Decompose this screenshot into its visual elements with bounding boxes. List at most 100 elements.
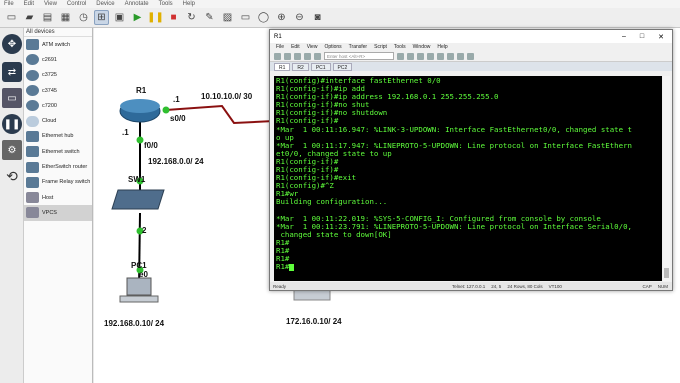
tab-pc1[interactable]: PC1: [310, 63, 331, 71]
tmenu-tools[interactable]: Tools: [394, 44, 406, 50]
add-link-icon[interactable]: ⟲: [2, 166, 22, 186]
save-icon[interactable]: ▤: [40, 10, 55, 25]
maximize-icon[interactable]: □: [640, 33, 644, 41]
start-icon[interactable]: ▶: [130, 10, 145, 25]
status-num: NUM: [657, 283, 668, 289]
open-folder-icon[interactable]: ▰: [22, 10, 37, 25]
host-input[interactable]: Enter host <Alt+R>: [324, 52, 394, 60]
sftp-icon[interactable]: [447, 52, 454, 60]
topology-icon[interactable]: ⊞: [94, 10, 109, 25]
device-atm-switch[interactable]: ATM switch: [24, 37, 92, 52]
rectangle-icon[interactable]: ▭: [238, 10, 253, 25]
keymap-icon[interactable]: [457, 52, 464, 60]
menu-help[interactable]: Help: [183, 0, 195, 8]
frame-relay-icon: [26, 176, 39, 188]
copy-icon[interactable]: [397, 52, 404, 60]
routers-category-icon[interactable]: ✥: [2, 34, 22, 54]
pause-icon[interactable]: ❚❚: [147, 10, 164, 25]
quick-connect-icon[interactable]: [284, 52, 291, 60]
pc2-icon[interactable]: [293, 289, 331, 301]
device-ethernet-switch[interactable]: Ethernet switch: [24, 144, 92, 159]
tmenu-view[interactable]: View: [307, 44, 318, 50]
stop-icon[interactable]: ■: [166, 10, 181, 25]
zoom-out-icon[interactable]: ⊖: [292, 10, 307, 25]
switch-sw1-icon[interactable]: [111, 189, 165, 210]
zoom-in-icon[interactable]: ⊕: [274, 10, 289, 25]
close-icon[interactable]: ✕: [658, 33, 664, 41]
pc1-keyboard: [119, 295, 159, 303]
disconnect-icon[interactable]: [314, 52, 321, 60]
tmenu-edit[interactable]: Edit: [291, 44, 300, 50]
serial-network-label: 10.10.10.0/ 30: [201, 92, 253, 101]
status-dot-s00: [162, 106, 170, 114]
pc1-icon[interactable]: [126, 277, 152, 296]
connect-icon[interactable]: [274, 52, 281, 60]
status-size: 24 Rows, 80 Cols: [507, 283, 543, 289]
menu-view[interactable]: View: [44, 0, 57, 8]
device-vpcs[interactable]: VPCS: [24, 205, 92, 221]
tab-r1[interactable]: R1: [274, 63, 291, 71]
terminal-scrollbar[interactable]: [663, 76, 670, 281]
device-host[interactable]: Host: [24, 190, 92, 205]
device-cloud[interactable]: Cloud: [24, 113, 92, 128]
reconnect-icon[interactable]: [304, 52, 311, 60]
router-icon: [26, 100, 39, 112]
device-c2691[interactable]: c2691: [24, 52, 92, 67]
device-etherswitch-router[interactable]: EtherSwitch router: [24, 159, 92, 174]
new-project-icon[interactable]: ▭: [4, 10, 19, 25]
clock-icon[interactable]: ◷: [76, 10, 91, 25]
r1-port-s00-label: s0/0: [170, 114, 186, 123]
tab-r2[interactable]: R2: [292, 63, 309, 71]
device-panel: All devices ATM switch c2691 c3725 c3745…: [24, 28, 93, 383]
console-icon[interactable]: ▣: [112, 10, 127, 25]
terminal-line: changed state to down[OK]: [276, 229, 392, 239]
atm-switch-icon: [26, 39, 39, 51]
etherswitch-router-icon: [26, 161, 39, 173]
tmenu-script[interactable]: Script: [374, 44, 387, 50]
terminal-output[interactable]: R1(config)#interface fastEthernet 0/0 R1(…: [274, 76, 662, 281]
reload-icon[interactable]: ↻: [184, 10, 199, 25]
tmenu-transfer[interactable]: Transfer: [349, 44, 367, 50]
menu-device[interactable]: Device: [96, 0, 114, 8]
security-category-icon[interactable]: ❚❚: [2, 114, 22, 134]
menu-annotate[interactable]: Annotate: [125, 0, 149, 8]
tmenu-file[interactable]: File: [276, 44, 284, 50]
device-c7200[interactable]: c7200: [24, 98, 92, 113]
help-icon[interactable]: [467, 52, 474, 60]
device-label: c3745: [42, 87, 57, 94]
print-icon[interactable]: [427, 52, 434, 60]
ellipse-icon[interactable]: ◯: [256, 10, 271, 25]
terminal-cursor: [289, 263, 295, 271]
end-devices-category-icon[interactable]: ▭: [2, 88, 22, 108]
screenshot-icon[interactable]: ◙: [310, 10, 325, 25]
snapshot-icon[interactable]: ▦: [58, 10, 73, 25]
switches-category-icon[interactable]: ⇄: [2, 62, 22, 82]
note-icon[interactable]: ✎: [202, 10, 217, 25]
image-icon[interactable]: ▨: [220, 10, 235, 25]
menu-tools[interactable]: Tools: [159, 0, 173, 8]
status-emulation: VT100: [548, 283, 562, 289]
device-ethernet-hub[interactable]: Ethernet hub: [24, 129, 92, 144]
device-category-bar: ✥ ⇄ ▭ ❚❚ ⚙ ⟲: [0, 28, 24, 383]
session-icon[interactable]: [294, 52, 301, 60]
paste-icon[interactable]: [407, 52, 414, 60]
terminal-line: R1(config)#^Z: [276, 181, 334, 191]
device-frame-relay-switch[interactable]: Frame Relay switch: [24, 175, 92, 190]
menu-file[interactable]: File: [4, 0, 14, 8]
tmenu-window[interactable]: Window: [413, 44, 431, 50]
device-c3745[interactable]: c3745: [24, 83, 92, 98]
tmenu-help[interactable]: Help: [437, 44, 447, 50]
tab-pc2[interactable]: PC2: [332, 63, 353, 71]
terminal-titlebar: R1 – □ ✕: [270, 30, 672, 43]
device-panel-title: All devices: [24, 28, 92, 37]
tmenu-options[interactable]: Options: [324, 44, 341, 50]
device-c3725[interactable]: c3725: [24, 68, 92, 83]
settings-icon[interactable]: [437, 52, 444, 60]
device-label: ATM switch: [42, 41, 71, 48]
menu-control[interactable]: Control: [67, 0, 86, 8]
find-icon[interactable]: [417, 52, 424, 60]
minimize-icon[interactable]: –: [622, 33, 626, 41]
scroll-thumb[interactable]: [664, 268, 669, 278]
menu-edit[interactable]: Edit: [24, 0, 34, 8]
all-devices-category-icon[interactable]: ⚙: [2, 140, 22, 160]
